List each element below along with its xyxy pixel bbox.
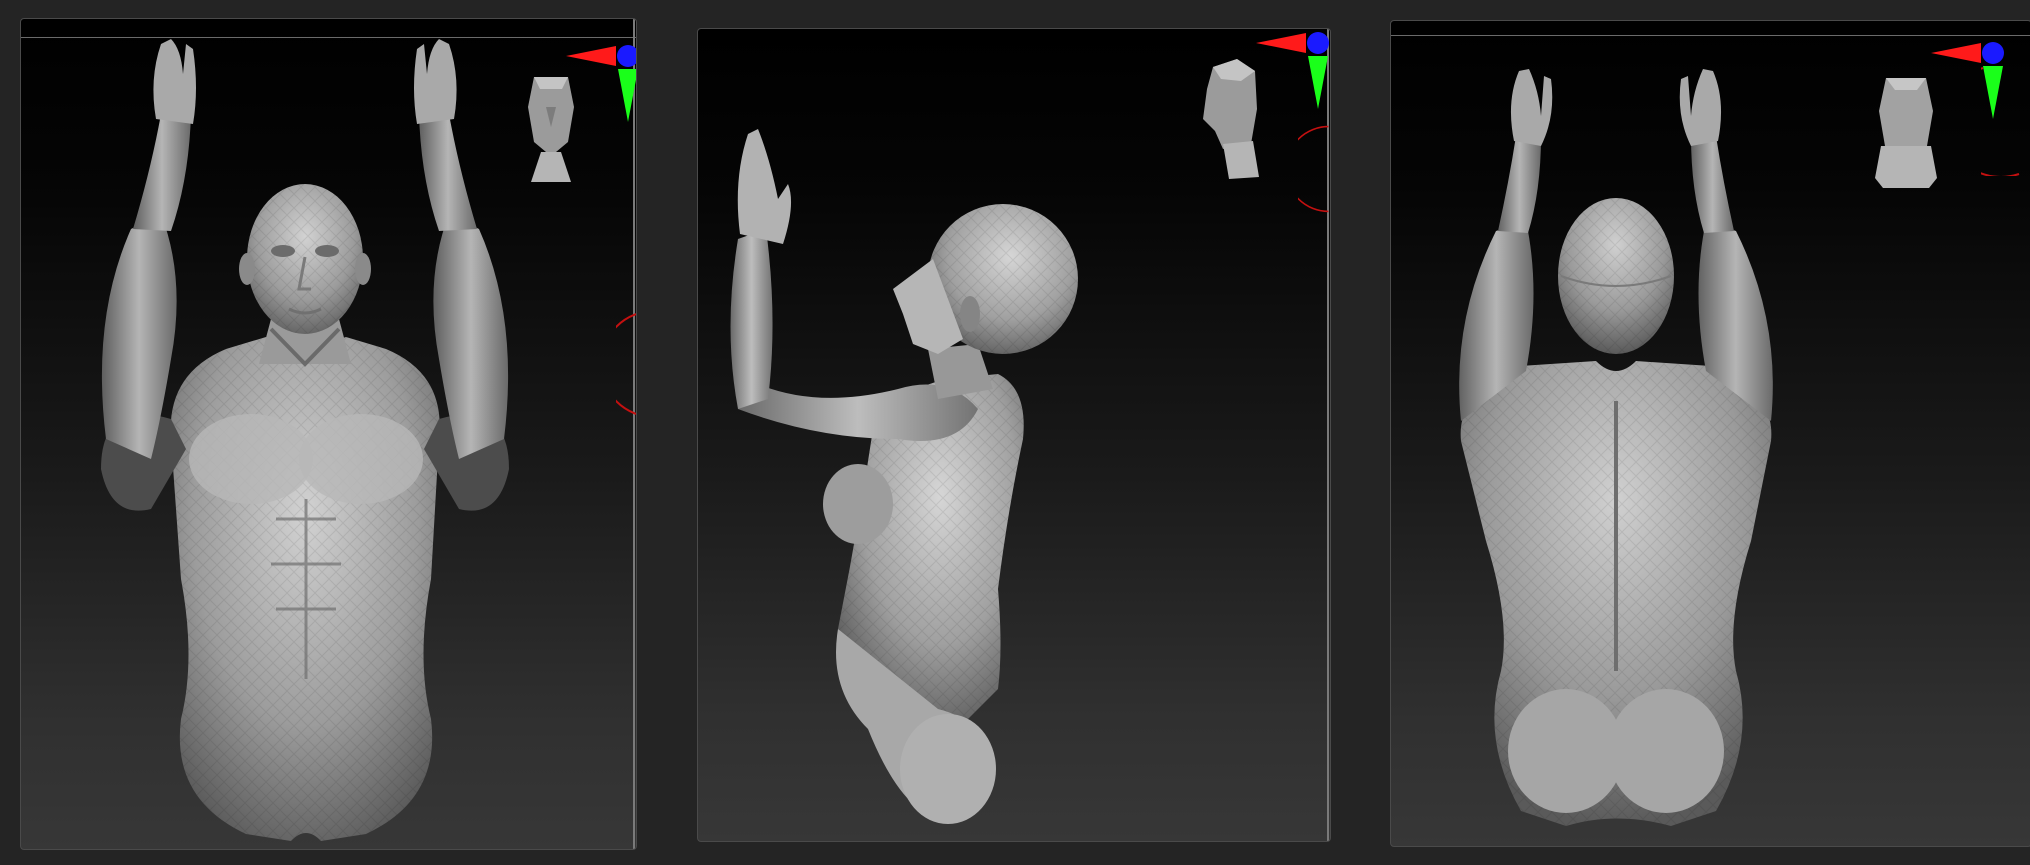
viewport-back[interactable] — [1390, 20, 2030, 847]
z-axis-dot — [1307, 32, 1329, 54]
y-axis-arrow — [618, 69, 636, 122]
viewport-front[interactable] — [20, 18, 637, 850]
viewport-side[interactable] — [697, 28, 1331, 842]
x-axis-arrow — [1256, 33, 1306, 53]
z-axis-dot — [1982, 42, 2004, 64]
axis-gizmo[interactable] — [566, 34, 637, 124]
x-axis-arrow — [1931, 43, 1981, 63]
y-axis-arrow — [1308, 56, 1328, 109]
head-side-icon[interactable] — [1193, 49, 1263, 179]
rotation-hint-arc — [1981, 67, 2020, 176]
zbrush-multi-view — [0, 0, 2030, 865]
rotation-hint-arc — [1298, 125, 1329, 213]
rotation-hint-arc — [616, 313, 636, 415]
x-axis-arrow — [566, 46, 616, 66]
z-axis-dot — [617, 45, 636, 67]
axis-gizmo[interactable] — [1256, 28, 1331, 111]
